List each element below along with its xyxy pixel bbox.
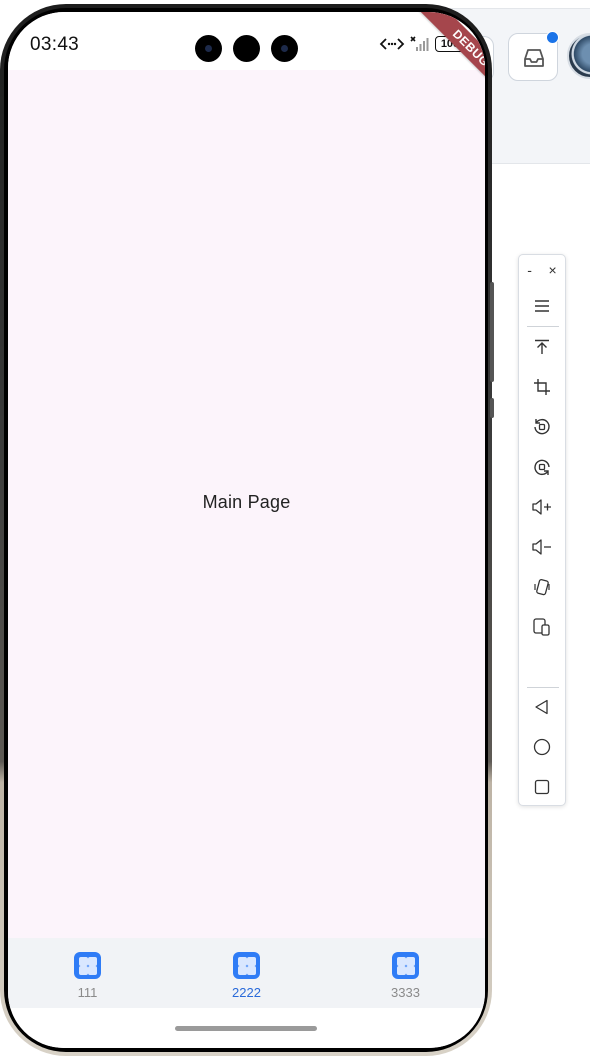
status-time: 03:43 — [30, 34, 80, 55]
camera-lens-icon — [271, 35, 298, 62]
toolbar-divider — [527, 687, 559, 688]
gesture-area — [8, 1008, 485, 1048]
home-icon — [533, 738, 551, 756]
recents-button[interactable] — [519, 769, 565, 805]
main-page-text: Main Page — [202, 492, 291, 512]
shake-button[interactable] — [519, 569, 565, 605]
notification-dot — [546, 31, 559, 44]
menu-button[interactable] — [519, 288, 565, 324]
power-button — [490, 398, 494, 418]
rotate-left-icon — [534, 418, 550, 435]
apps-grid-icon — [233, 952, 260, 979]
back-icon — [535, 699, 548, 715]
nav-item-2222[interactable]: 2222 — [167, 938, 326, 1008]
nav-label: 111 — [77, 985, 98, 1000]
upload-top-icon — [535, 339, 549, 354]
minimize-button[interactable]: - — [527, 262, 532, 278]
volume-up-button[interactable] — [519, 489, 565, 525]
phone-screen: 03:43 100 DEBUG Main Page 111 2222 3333 — [8, 12, 485, 1048]
crop-button[interactable] — [519, 369, 565, 405]
volume-down-icon — [532, 539, 551, 555]
emulator-toolbar: - × — [518, 254, 566, 806]
back-button[interactable] — [519, 689, 565, 725]
multi-device-icon — [533, 618, 550, 636]
camera-sensor-icon — [233, 35, 260, 62]
menu-icon — [535, 300, 549, 312]
rotate-right-icon — [534, 459, 550, 476]
toolbar-divider — [527, 326, 559, 327]
home-button[interactable] — [519, 729, 565, 765]
rotate-right-button[interactable] — [519, 449, 565, 485]
nav-label: 2222 — [232, 985, 261, 1000]
nav-item-3333[interactable]: 3333 — [326, 938, 485, 1008]
upload-top-button[interactable] — [519, 329, 565, 365]
bottom-nav: 111 2222 3333 — [8, 938, 485, 1008]
camera-lens-icon — [195, 35, 222, 62]
volume-down-button[interactable] — [519, 529, 565, 565]
crop-icon — [534, 379, 550, 395]
status-bar: 03:43 100 — [8, 12, 485, 70]
apps-grid-icon — [392, 952, 419, 979]
inbox-icon — [524, 49, 544, 67]
signal-off-icon — [410, 36, 429, 51]
nav-item-111[interactable]: 111 — [8, 938, 167, 1008]
nav-label: 3333 — [391, 985, 420, 1000]
window-controls: - × — [519, 255, 565, 285]
volume-button — [490, 282, 494, 382]
data-transfer-icon — [379, 38, 405, 50]
multi-device-button[interactable] — [519, 609, 565, 645]
volume-up-icon — [532, 499, 551, 515]
shake-icon — [534, 579, 550, 596]
recents-icon — [534, 779, 550, 795]
rotate-left-button[interactable] — [519, 409, 565, 445]
gesture-bar[interactable] — [175, 1026, 317, 1031]
close-button[interactable]: × — [549, 262, 557, 278]
apps-grid-icon — [74, 952, 101, 979]
